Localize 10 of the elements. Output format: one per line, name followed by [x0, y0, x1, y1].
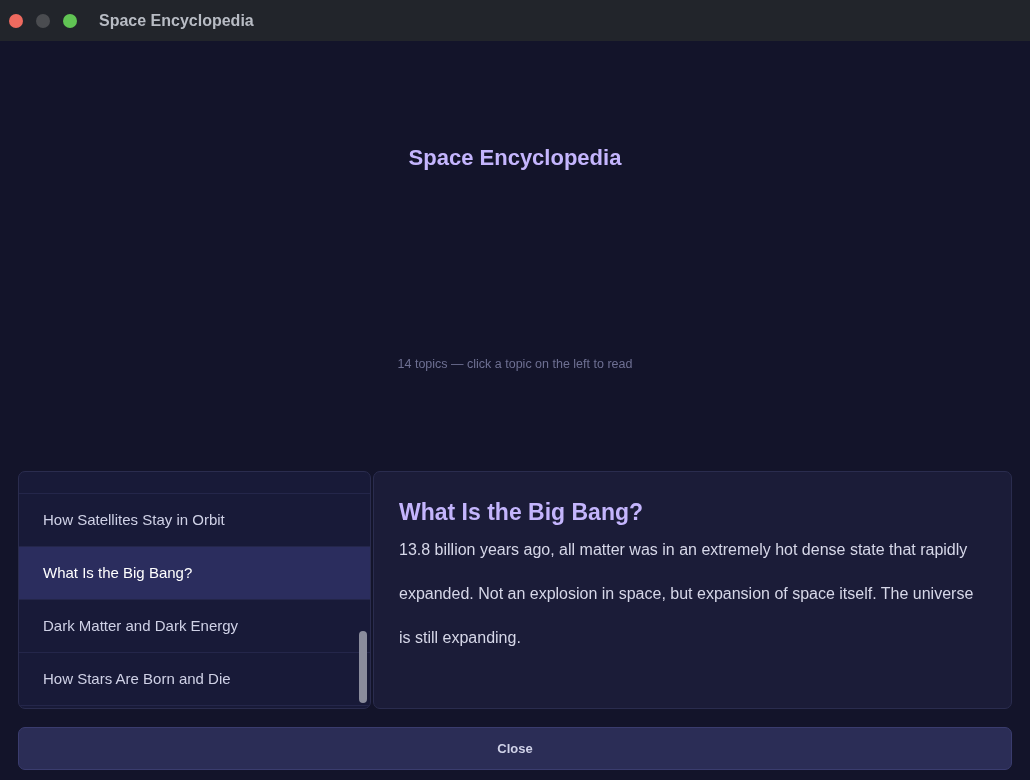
article-body: 13.8 billion years ago, all matter was in an extremely hot dense state that rapidly expanded. Not an explosion in space, but expansion of space itself. The universe is still expanding. [399, 540, 975, 648]
topic-count-hint: 14 topics — click a topic on the left to read [397, 356, 633, 373]
topic-item[interactable]: What Is the Big Bang? [19, 547, 370, 600]
close-button[interactable]: Close [18, 727, 1012, 770]
page-heading: Space Encyclopedia [408, 144, 622, 172]
zoom-window-icon[interactable] [63, 13, 77, 28]
scrollbar-thumb[interactable] [359, 631, 367, 703]
article-title: What Is the Big Bang? [399, 498, 645, 526]
close-window-icon[interactable] [9, 13, 23, 28]
window-title: Space Encyclopedia [99, 10, 254, 31]
